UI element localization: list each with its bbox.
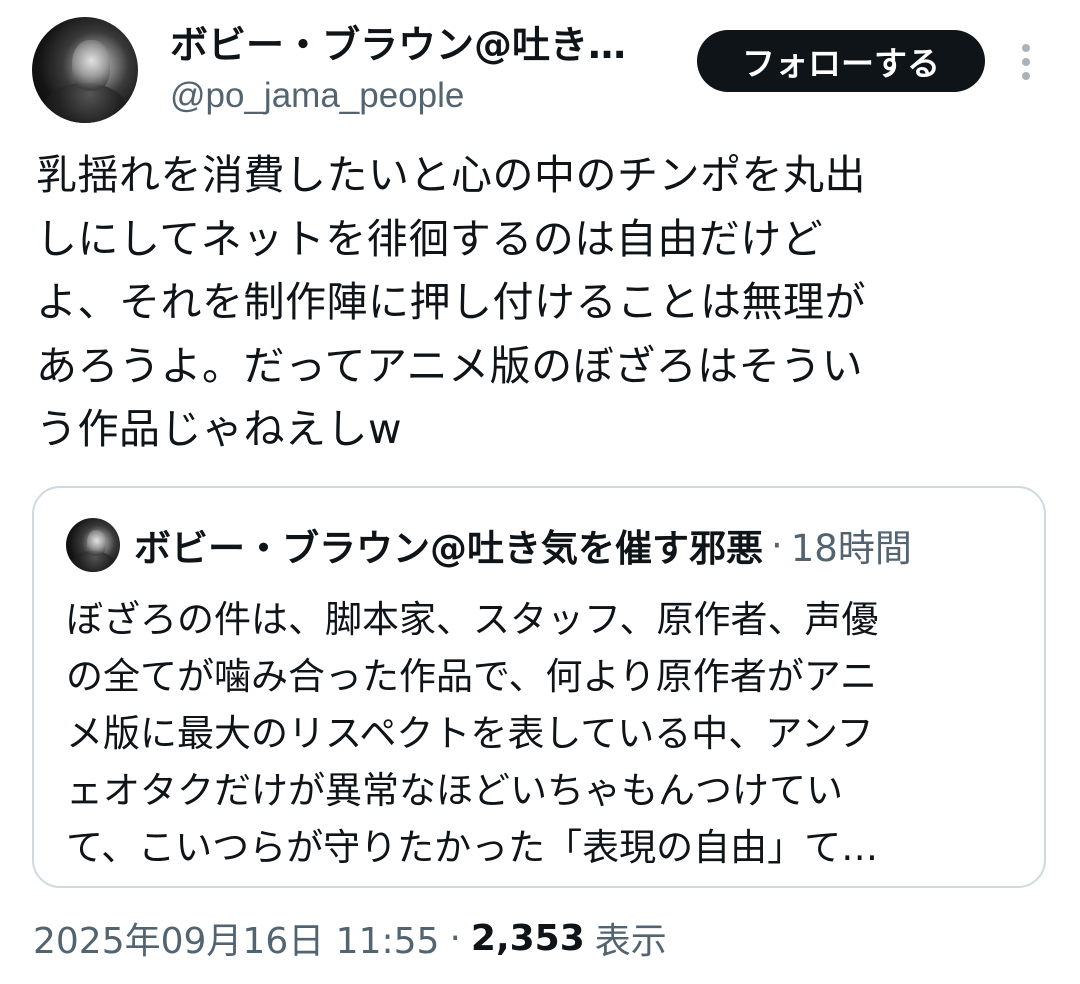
quoted-text-line: の全てが噛み合った作品で、何より原作者がアニ	[66, 655, 878, 698]
author-display-name[interactable]: ボビー・ブラウン@吐き…	[170, 20, 670, 70]
quoted-author-avatar	[66, 518, 120, 572]
author-handle[interactable]: @po_jama_people	[170, 72, 464, 120]
view-count: 2,353	[470, 917, 585, 959]
quoted-author-name: ボビー・ブラウン@吐き気を催す邪悪	[134, 527, 763, 570]
tweet-meta-row: 2025年09月16日 11:55 · 2,353 表示	[33, 910, 667, 966]
quoted-timestamp: 18時間	[790, 527, 912, 570]
quoted-tweet-card[interactable]: ボビー・ブラウン@吐き気を催す邪悪 · 18時間 ぼざろの件は、脚本家、スタッフ…	[32, 486, 1046, 888]
tweet-text-line: よ、それを制作陣に押し付けることは無理が	[36, 278, 866, 326]
tweet-text-line: 乳揺れを消費したいと心の中のチンポを丸出	[36, 151, 866, 199]
avatar-face-shape	[72, 40, 111, 92]
quoted-separator: ·	[771, 523, 783, 567]
quoted-tweet-text: ぼざろの件は、脚本家、スタッフ、原作者、声優 の全てが噛み合った作品で、何より原…	[66, 591, 1026, 876]
author-avatar[interactable]	[32, 17, 138, 123]
tweet-text: 乳揺れを消費したいと心の中のチンポを丸出 しにしてネットを徘徊するのは自由だけど…	[36, 144, 1046, 462]
quoted-text-line: て、こいつらが守りたかった「表現の自由」て…	[66, 826, 879, 869]
follow-button[interactable]: フォローする	[697, 30, 985, 92]
quoted-tweet-header: ボビー・ブラウン@吐き気を催す邪悪 · 18時間	[134, 518, 912, 572]
tweet-text-line: う作品じゃねえしw	[36, 405, 403, 453]
tweet-timestamp[interactable]: 2025年09月16日 11:55	[33, 912, 439, 964]
avatar-face-shape	[86, 529, 106, 556]
tweet-text-line: あろうよ。だってアニメ版のぼざろはそうい	[36, 341, 864, 390]
more-vertical-icon[interactable]	[1012, 40, 1040, 84]
quoted-text-line: ぼざろの件は、脚本家、スタッフ、原作者、声優	[66, 598, 879, 641]
quoted-text-line: メ版に最大のリスペクトを表している中、アンフ	[66, 712, 874, 755]
views-label: 表示	[594, 921, 667, 962]
quoted-text-line: ェオタクだけが異常なほどいちゃもんつけてい	[66, 769, 843, 812]
meta-separator: ·	[449, 917, 461, 959]
tweet-text-line: しにしてネットを徘徊するのは自由だけど	[36, 214, 824, 263]
